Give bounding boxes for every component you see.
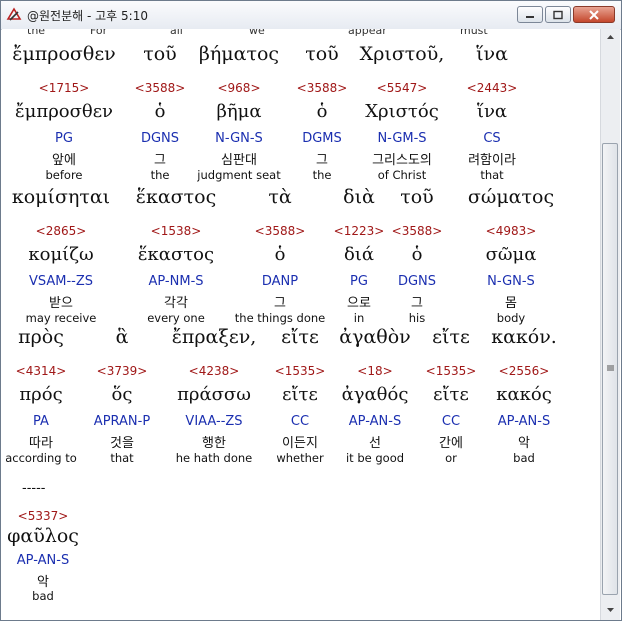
window-title: @원전분해 - 고후 5:10 — [27, 9, 148, 23]
greek-word: σώματος — [467, 186, 555, 208]
separator-line: ----- — [22, 481, 46, 496]
scroll-thumb[interactable] — [602, 143, 618, 595]
strongs-number[interactable]: <2443> — [422, 81, 562, 97]
strongs-number[interactable]: <2556> — [454, 364, 594, 380]
title-bar[interactable]: @원전분해 - 고후 5:10 — [1, 1, 621, 30]
parsing-code: AP-AN-S — [16, 553, 70, 568]
app-window: @원전분해 - 고후 5:10 the For all we appear mu… — [0, 0, 622, 621]
top-word: For — [90, 29, 108, 37]
top-word: appear — [348, 29, 387, 37]
maximize-icon — [553, 10, 563, 19]
greek-word: κακόν. — [491, 326, 557, 348]
english-gloss: body — [496, 311, 526, 325]
english-gloss: bad — [513, 451, 535, 465]
lemma: σῶμα — [485, 244, 537, 265]
english-gloss: that — [480, 168, 504, 182]
partial-row-cutoff: the For all we appear must — [2, 29, 600, 39]
lemma: κακός — [496, 384, 552, 405]
close-icon — [589, 9, 599, 20]
korean-gloss: 악 — [518, 436, 530, 451]
arrow-down-icon — [607, 608, 614, 612]
top-word: the — [27, 29, 46, 37]
analysis-view[interactable]: the For all we appear must ἔμπροσθεν <171… — [2, 29, 600, 620]
greek-word: φαῦλος — [7, 525, 79, 547]
close-button[interactable] — [573, 6, 615, 23]
app-icon — [6, 7, 22, 21]
vertical-scrollbar[interactable] — [600, 29, 620, 620]
greek-word: ἵνα — [476, 43, 508, 65]
scroll-down-button[interactable] — [601, 601, 620, 618]
maximize-button[interactable] — [545, 6, 571, 23]
lemma: ἵνα — [476, 101, 508, 122]
top-word: all — [170, 29, 183, 37]
korean-gloss: 악 — [37, 575, 49, 590]
top-word: we — [249, 29, 265, 37]
scroll-up-button[interactable] — [601, 29, 620, 46]
minimize-button[interactable] — [517, 6, 543, 23]
grip-icon — [607, 365, 614, 371]
parsing-code: N-GN-S — [487, 274, 535, 289]
parsing-code: AP-AN-S — [497, 414, 551, 429]
strongs-number[interactable]: <4983> — [441, 224, 581, 240]
top-word: must — [460, 29, 488, 37]
minimize-icon — [526, 15, 534, 18]
korean-gloss: 려함이라 — [468, 153, 516, 168]
korean-gloss: 몸 — [505, 296, 517, 311]
strongs-number[interactable]: <5337> — [2, 509, 113, 525]
arrow-up-icon — [607, 35, 614, 39]
english-gloss: bad — [32, 589, 54, 603]
parsing-code: CS — [483, 131, 501, 146]
